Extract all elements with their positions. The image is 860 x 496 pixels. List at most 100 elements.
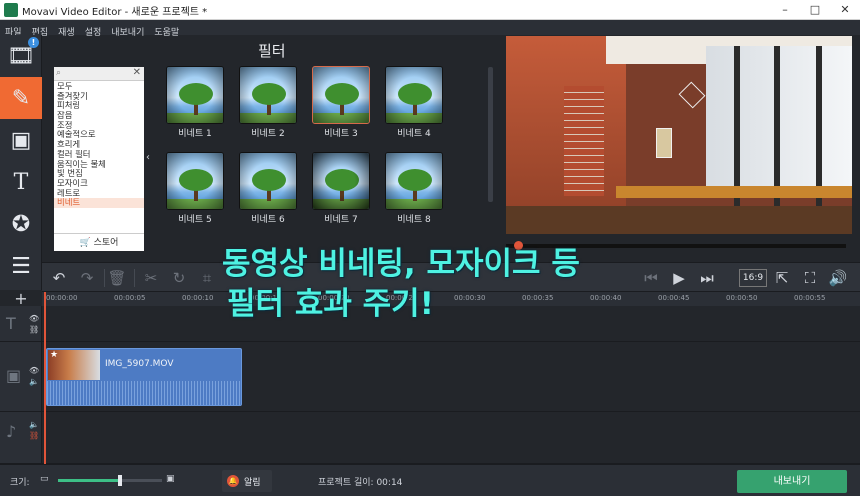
text-icon: T [13, 169, 29, 195]
fullscreen-icon[interactable]: ⛶ [799, 267, 821, 289]
bell-icon: 🔔 [227, 475, 239, 487]
filters-tab[interactable]: ✎ [0, 77, 42, 119]
category-light-leak[interactable]: 빛 번짐 [54, 169, 144, 179]
stickers-tab[interactable]: ✪ [0, 203, 42, 245]
link-icon[interactable]: ⛓ [29, 325, 39, 334]
menu-help[interactable]: 도움말 [149, 24, 184, 38]
detach-preview-icon[interactable]: ⇱ [771, 267, 793, 289]
filter-label: 비네트 8 [397, 215, 431, 225]
filter-thumb-vignette-1[interactable] [166, 66, 224, 124]
video-track-icon: ▣ [6, 366, 22, 385]
category-retro[interactable]: 레트로 [54, 189, 144, 199]
search-icon: ⌕ [56, 68, 62, 78]
app-window: Movavi Video Editor - 새로운 프로젝트 * – □ ✕ 파… [0, 0, 860, 496]
category-color-filter[interactable]: 컬러 필터 [54, 150, 144, 160]
clear-search-icon[interactable]: ✕ [133, 67, 141, 78]
menu-playback[interactable]: 재생 [53, 24, 80, 38]
gallery-scrollbar[interactable] [488, 67, 493, 202]
video-preview [506, 36, 852, 234]
filter-category-panel: ⌕ ✕ 모두 즐겨찾기 피처링 잡음 조정 예술적으로 흐리게 컬러 필터 움직… [54, 67, 144, 251]
play-icon[interactable]: ▶ [668, 267, 690, 289]
category-vignette[interactable]: 비네트 [54, 198, 144, 208]
filter-label: 비네트 7 [324, 215, 358, 225]
speaker-icon[interactable]: 🔈 [29, 377, 39, 386]
filter-gallery: 비네트 1 비네트 2 비네트 3 비네트 4 비네트 5 비네트 6 비네트 … [160, 60, 495, 255]
zoom-slider[interactable] [58, 475, 162, 486]
filter-label: 비네트 1 [178, 129, 212, 139]
category-artistic[interactable]: 예술적으로 [54, 130, 144, 140]
speaker-icon[interactable]: 🔈 [29, 420, 39, 429]
title-track-header: T 👁 ⛓ [0, 306, 42, 341]
category-featured[interactable]: 피처링 [54, 101, 144, 111]
notifications-button[interactable]: 🔔 알림 [222, 470, 272, 492]
category-mosaic[interactable]: 모자이크 [54, 179, 144, 189]
timeline-playhead[interactable] [44, 292, 46, 464]
filter-label: 비네트 4 [397, 129, 431, 139]
zoom-slider-fill [58, 479, 121, 482]
aspect-ratio-button[interactable]: 16:9 [739, 269, 767, 287]
category-blur[interactable]: 흐리게 [54, 140, 144, 150]
cut-icon[interactable]: ✂ [140, 267, 162, 289]
export-button[interactable]: 내보내기 [737, 470, 847, 493]
magic-wand-icon: ✎ [11, 85, 31, 111]
category-moving-objects[interactable]: 움직이는 물체 [54, 160, 144, 170]
filter-thumb-vignette-5[interactable] [166, 152, 224, 210]
sticker-star-icon: ✪ [11, 211, 31, 237]
gallery-title: 필터 [258, 42, 286, 60]
window-title: Movavi Video Editor - 새로운 프로젝트 * [22, 7, 208, 18]
notifications-label: 알림 [244, 478, 261, 488]
more-tools-tab[interactable]: ☰ [0, 245, 42, 287]
filter-thumb-vignette-3[interactable] [312, 66, 370, 124]
filter-thumb-vignette-4[interactable] [385, 66, 443, 124]
tick-label: 00:00:00 [46, 294, 78, 302]
project-length-value: 00:14 [376, 478, 403, 488]
volume-icon[interactable]: 🔊 [827, 267, 849, 289]
tick-label: 00:00:45 [658, 294, 690, 302]
menu-export[interactable]: 내보내기 [106, 24, 149, 38]
caption-line-2: 필터 효과 주기! [227, 286, 434, 322]
star-icon: ★ [50, 350, 59, 360]
status-bar: 크기: ▭ ▣ 🔔 알림 프로젝트 길이: 00:14 내보내기 [0, 464, 860, 496]
text-track-icon: T [6, 314, 16, 333]
close-button[interactable]: ✕ [830, 0, 860, 20]
transition-icon: ▣ [10, 127, 32, 153]
titles-tab[interactable]: T [0, 161, 42, 203]
filter-thumb-vignette-8[interactable] [385, 152, 443, 210]
filter-thumb-vignette-7[interactable] [312, 152, 370, 210]
menu-bar: 파일 편집 재생 설정 내보내기 도움말 [0, 20, 860, 38]
transitions-tab[interactable]: ▣ [0, 119, 42, 161]
maximize-button[interactable]: □ [800, 0, 830, 20]
visibility-eye-icon[interactable]: 👁 [29, 314, 39, 323]
category-favorites[interactable]: 즐겨찾기 [54, 92, 144, 102]
collapse-panel-icon[interactable]: ‹ [146, 152, 150, 163]
zoom-label: 크기: [10, 478, 30, 488]
zoom-out-icon[interactable]: ▭ [40, 474, 49, 484]
minimize-button[interactable]: – [770, 0, 800, 20]
category-all[interactable]: 모두 [54, 82, 144, 92]
menu-settings[interactable]: 설정 [80, 24, 107, 38]
redo-icon[interactable]: ↷ [76, 267, 98, 289]
filter-label: 비네트 5 [178, 215, 212, 225]
store-button[interactable]: 🛒 스토어 [54, 233, 144, 251]
undo-icon[interactable]: ↶ [48, 267, 70, 289]
crop-icon[interactable]: ⌗ [196, 267, 218, 289]
video-clip[interactable]: ★ IMG_5907.MOV [46, 348, 242, 406]
delete-icon[interactable]: 🗑 [106, 267, 128, 289]
filter-thumb-vignette-6[interactable] [239, 152, 297, 210]
filter-thumb-vignette-2[interactable] [239, 66, 297, 124]
zoom-slider-handle[interactable] [118, 475, 123, 486]
project-length-label: 프로젝트 길이: [318, 478, 374, 488]
category-noise[interactable]: 잡음 [54, 111, 144, 121]
filter-label: 비네트 2 [251, 129, 285, 139]
category-adjust[interactable]: 조정 [54, 121, 144, 131]
rotate-icon[interactable]: ↻ [168, 267, 190, 289]
visibility-eye-icon[interactable]: 👁 [29, 366, 39, 375]
filter-search-input[interactable]: ⌕ ✕ [54, 67, 144, 81]
zoom-in-icon[interactable]: ▣ [166, 474, 175, 484]
project-length: 프로젝트 길이: 00:14 [318, 475, 402, 488]
next-frame-icon[interactable]: ⏭ [696, 267, 718, 289]
import-tab[interactable]: 🎞 ! [0, 35, 42, 77]
previous-frame-icon[interactable]: ⏮ [640, 267, 662, 289]
unlink-icon[interactable]: ⛓ [29, 431, 39, 440]
tick-label: 00:00:55 [794, 294, 826, 302]
